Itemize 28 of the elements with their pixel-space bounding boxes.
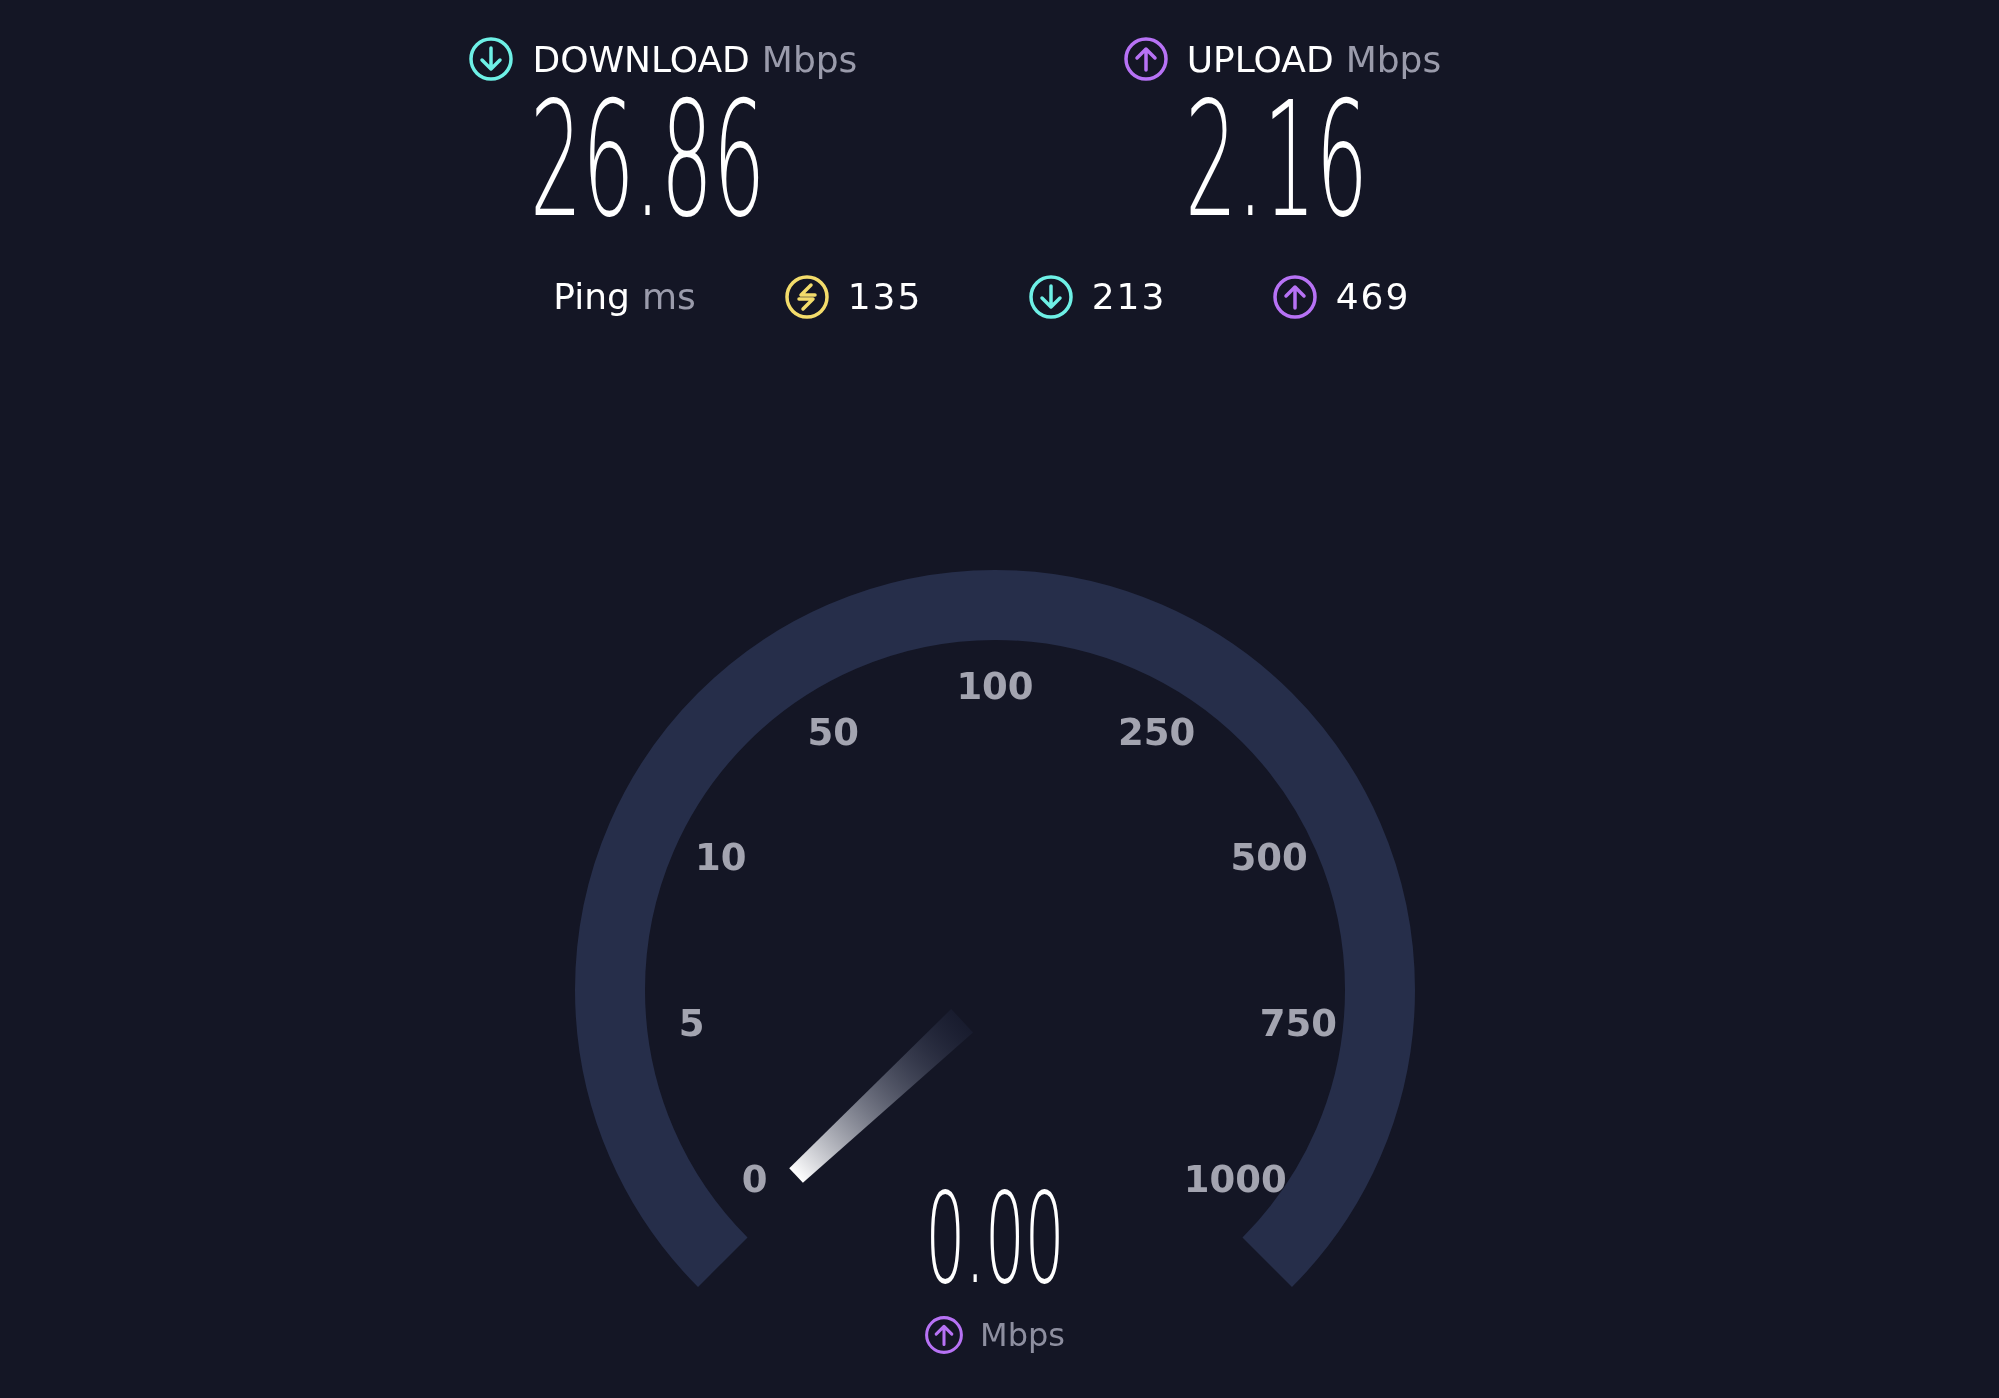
upload-icon xyxy=(924,1314,965,1355)
scale-label: 5 xyxy=(678,1001,705,1045)
scale-label: 1000 xyxy=(1183,1157,1287,1201)
ping-value: 213 xyxy=(1091,276,1168,318)
unit-label: Mbps xyxy=(1345,38,1442,80)
download-icon xyxy=(1027,273,1074,320)
upload-icon xyxy=(1122,36,1169,82)
ping-value: 135 xyxy=(847,276,924,318)
upload-icon xyxy=(1271,273,1318,320)
scale-label: 50 xyxy=(807,711,859,755)
speed-reading: 0.00 xyxy=(924,1165,1065,1311)
ping-label: Ping xyxy=(553,276,630,318)
unit-label: ms xyxy=(641,276,696,318)
exchange-icon xyxy=(783,273,830,320)
download-icon xyxy=(468,36,515,82)
scale-label: 10 xyxy=(694,836,747,880)
scale-label: 100 xyxy=(955,664,1034,708)
speed-value: 26.86 xyxy=(530,78,766,244)
unit-label: Mbps xyxy=(761,38,858,80)
scale-label: 250 xyxy=(1117,711,1195,755)
scale-label: 0 xyxy=(741,1157,768,1201)
scale-label: 500 xyxy=(1230,836,1308,880)
scale-label: 750 xyxy=(1259,1001,1337,1045)
stat-label: UPLOAD xyxy=(1186,38,1334,80)
unit-label: Mbps xyxy=(980,1315,1065,1354)
speed-value: 2.16 xyxy=(1184,78,1368,244)
ping-value: 469 xyxy=(1335,276,1412,318)
stat-label: DOWNLOAD xyxy=(532,38,750,80)
